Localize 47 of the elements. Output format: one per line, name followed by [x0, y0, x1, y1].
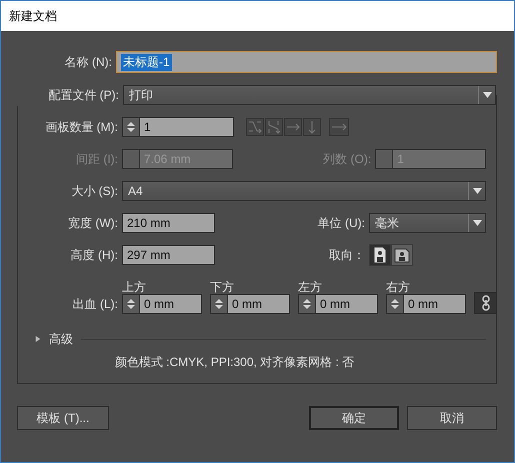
field-label: 配置文件 (P):: [47, 86, 120, 104]
field-label: 上方: [122, 280, 147, 294]
field-label: 左方: [298, 280, 323, 294]
field-label: 名称 (N):: [64, 54, 113, 70]
bleed-field[interactable]: 0 mm: [298, 294, 378, 314]
grid-by-row-icon[interactable]: [246, 118, 264, 136]
height-field[interactable]: 297 mm: [122, 245, 215, 265]
arrange-by-column-icon[interactable]: [303, 118, 321, 136]
field-label: 出血 (L):: [72, 296, 119, 313]
field-label: 列数 (O):: [322, 150, 372, 168]
link-icon: [482, 295, 490, 311]
width-field[interactable]: 210 mm: [122, 213, 215, 233]
template-button[interactable]: 模板 (T)...: [17, 406, 109, 430]
link-button[interactable]: [474, 292, 497, 314]
field-label: 单位 (U):: [316, 214, 366, 232]
document-summary: 颜色模式 :CMYK, PPI:300, 对齐像素网格 : 否: [114, 354, 356, 371]
layout-direction-icon[interactable]: [329, 118, 349, 136]
bleed-field[interactable]: 0 mm: [210, 294, 290, 314]
section-label[interactable]: 高级: [49, 330, 73, 348]
bleed-field[interactable]: 0 mm: [386, 294, 466, 314]
landscape-button[interactable]: [391, 244, 413, 266]
expand-arrow-icon[interactable]: [35, 335, 41, 343]
size-dropdown[interactable]: A4: [122, 181, 486, 201]
arrange-by-row-icon[interactable]: [284, 118, 302, 136]
field-label: 大小 (S):: [70, 182, 119, 200]
window-title: 新建文档: [9, 8, 57, 24]
field-label: 右方: [386, 280, 411, 294]
field-label: 取向：: [328, 246, 366, 264]
bleed-field[interactable]: 0 mm: [122, 294, 202, 314]
artboard-count-field[interactable]: 1: [122, 117, 234, 137]
portrait-page-icon: [373, 246, 387, 264]
grid-by-column-icon[interactable]: [265, 118, 283, 136]
field-label: 画板数量 (M):: [44, 118, 119, 136]
landscape-page-icon: [394, 247, 410, 263]
dropdown-caret-icon: [472, 220, 482, 226]
field-label: 下方: [210, 280, 235, 294]
field-label: 间距 (I):: [75, 150, 119, 168]
ok-button[interactable]: 确定: [309, 406, 399, 430]
dropdown-caret-icon: [472, 188, 482, 194]
field-label: 高度 (H):: [70, 246, 119, 264]
profile-dropdown[interactable]: 打印: [123, 85, 496, 105]
units-dropdown[interactable]: 毫米: [369, 213, 486, 233]
name-field[interactable]: 未标题-1: [116, 51, 497, 73]
dropdown-caret-icon: [482, 92, 492, 98]
portrait-button[interactable]: [369, 244, 391, 266]
field-label: 宽度 (W):: [67, 214, 119, 232]
cancel-button[interactable]: 取消: [407, 406, 497, 430]
